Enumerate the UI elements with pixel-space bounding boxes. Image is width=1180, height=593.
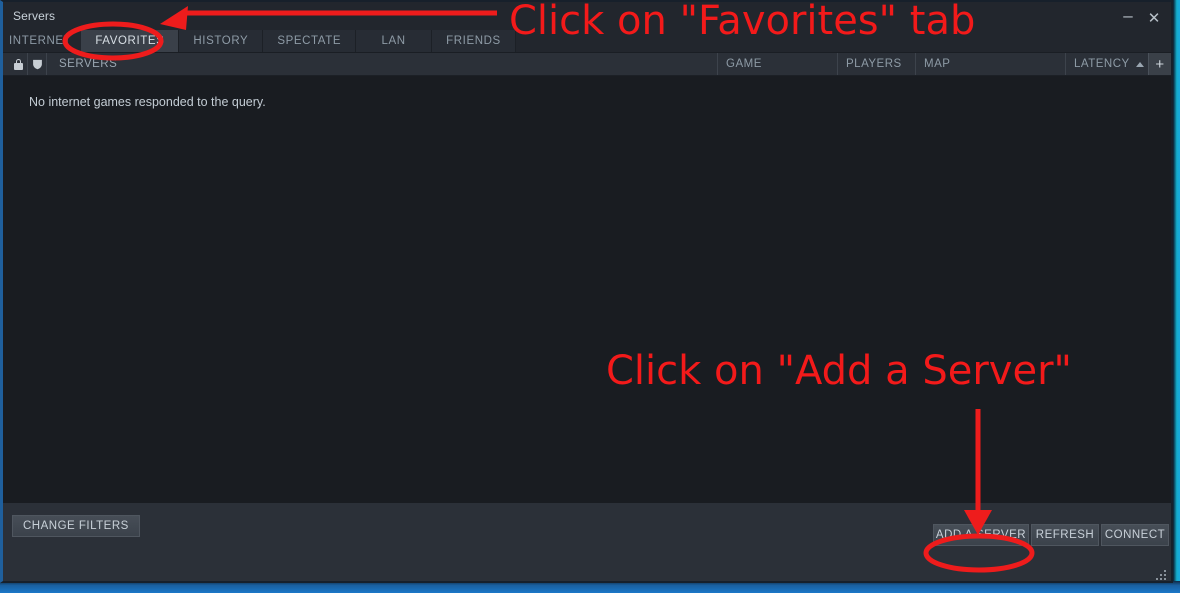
add-column-button[interactable]: +	[1148, 53, 1171, 75]
tab-lan[interactable]: LAN	[356, 30, 433, 52]
column-header-map[interactable]: MAP	[915, 53, 1065, 75]
window-controls: – ✕	[1119, 6, 1163, 31]
change-filters-button[interactable]: CHANGE FILTERS	[12, 515, 140, 537]
close-icon[interactable]: ✕	[1145, 10, 1163, 28]
lock-icon[interactable]	[9, 53, 28, 75]
screenshot-canvas: Servers – ✕ INTERNET FAVORITES HISTORY S…	[0, 0, 1180, 593]
column-header-servers[interactable]: SERVERS	[47, 58, 717, 70]
title-bar[interactable]: Servers – ✕	[3, 2, 1171, 30]
column-header-latency[interactable]: LATENCY	[1065, 53, 1148, 75]
column-header-game[interactable]: GAME	[717, 53, 837, 75]
window-title: Servers	[13, 9, 56, 23]
servers-window: Servers – ✕ INTERNET FAVORITES HISTORY S…	[0, 0, 1173, 583]
tab-history[interactable]: HISTORY	[179, 30, 264, 52]
empty-list-message: No internet games responded to the query…	[29, 95, 266, 109]
tab-bar-filler	[515, 30, 1171, 52]
refresh-button[interactable]: REFRESH	[1031, 524, 1099, 546]
tab-spectate[interactable]: SPECTATE	[263, 30, 357, 52]
column-header-players[interactable]: PLAYERS	[837, 53, 915, 75]
tab-friends[interactable]: FRIENDS	[432, 30, 516, 52]
add-a-server-button[interactable]: ADD A SERVER	[933, 524, 1029, 546]
shield-icon[interactable]	[28, 53, 47, 75]
minimize-icon[interactable]: –	[1119, 6, 1137, 31]
sort-ascending-icon	[1135, 61, 1144, 67]
connect-button[interactable]: CONNECT	[1101, 524, 1169, 546]
tab-internet[interactable]: INTERNET	[3, 30, 82, 52]
tab-bar: INTERNET FAVORITES HISTORY SPECTATE LAN …	[3, 30, 1171, 53]
tab-favorites[interactable]: FAVORITES	[81, 30, 180, 52]
column-header-icons	[3, 53, 47, 75]
column-header-row: SERVERS GAME PLAYERS MAP LATENCY +	[3, 53, 1171, 76]
bottom-toolbar: CHANGE FILTERS ADD A SERVER REFRESH CONN…	[3, 503, 1171, 581]
server-list[interactable]: No internet games responded to the query…	[3, 76, 1171, 503]
desktop-edge-right	[1173, 0, 1180, 593]
resize-grip[interactable]	[1153, 567, 1166, 580]
column-header-latency-label: LATENCY	[1074, 58, 1130, 70]
